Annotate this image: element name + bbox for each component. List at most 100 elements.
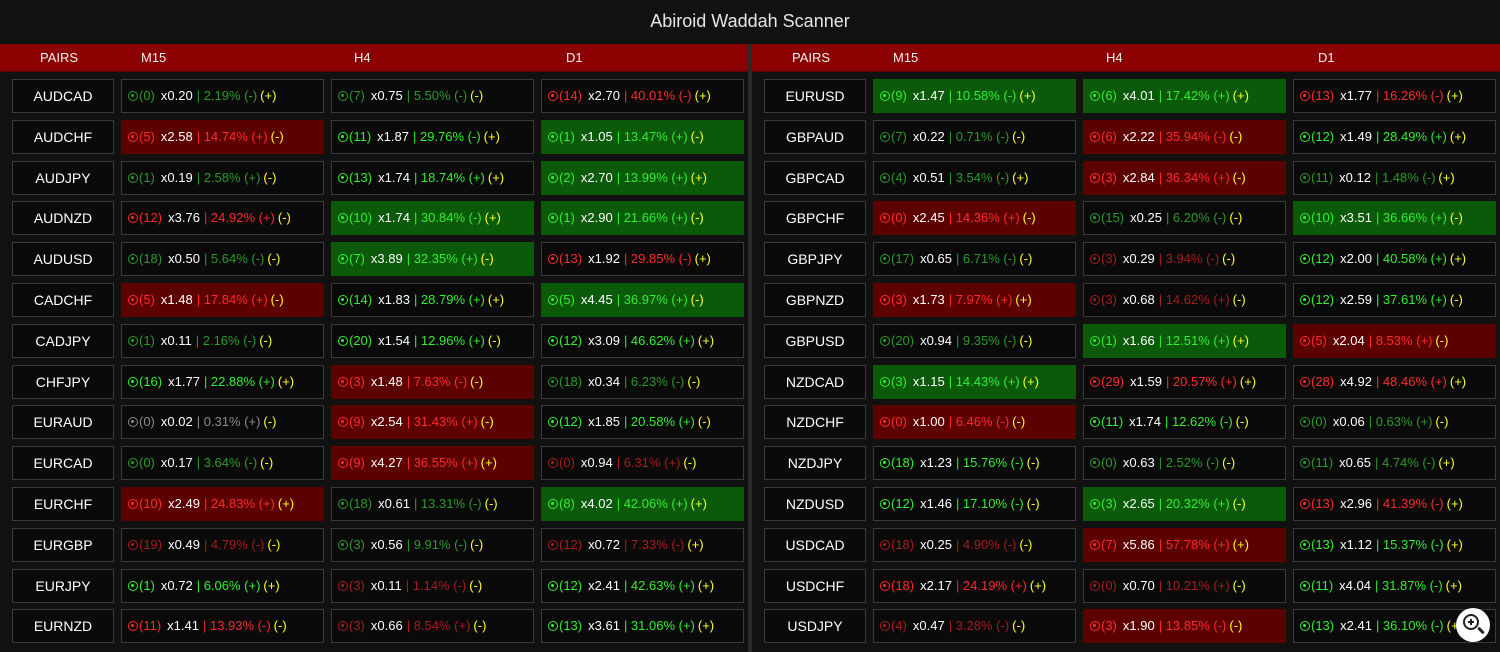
signal-cell-h4[interactable]: (3) x0.11 | 1.14% (-) (-) bbox=[331, 568, 534, 603]
signal-cell-d1[interactable]: (12) x2.00 | 40.58% (+) (+) bbox=[1293, 242, 1496, 277]
signal-cell-h4[interactable]: (0) x0.63 | 2.52% (-) (-) bbox=[1083, 446, 1286, 481]
signal-cell-h4[interactable]: (20) x1.54 | 12.96% (+) (-) bbox=[331, 323, 534, 358]
signal-cell-m15[interactable]: (4) x0.47 | 3.28% (-) (-) bbox=[873, 609, 1076, 644]
signal-cell-d1[interactable]: (13) x1.92 | 29.85% (-) (+) bbox=[541, 242, 744, 277]
pair-label[interactable]: EURAUD bbox=[12, 405, 114, 440]
signal-cell-m15[interactable]: (19) x0.49 | 4.79% (-) (-) bbox=[121, 527, 324, 562]
signal-cell-h4[interactable]: (7) x5.86 | 57.78% (+) (+) bbox=[1083, 527, 1286, 562]
pair-label[interactable]: NZDCAD bbox=[764, 364, 866, 399]
signal-cell-d1[interactable]: (12) x1.85 | 20.58% (+) (-) bbox=[541, 405, 744, 440]
signal-cell-d1[interactable]: (1) x2.90 | 21.66% (+) (-) bbox=[541, 201, 744, 236]
signal-cell-h4[interactable]: (11) x1.87 | 29.76% (-) (+) bbox=[331, 119, 534, 154]
signal-cell-d1[interactable]: (12) x2.59 | 37.61% (+) (-) bbox=[1293, 283, 1496, 317]
signal-cell-d1[interactable]: (5) x4.45 | 36.97% (+) (-) bbox=[541, 283, 744, 317]
pair-label[interactable]: GBPCHF bbox=[764, 201, 866, 236]
signal-cell-d1[interactable]: (11) x0.12 | 1.48% (-) (+) bbox=[1293, 160, 1496, 195]
signal-cell-d1[interactable]: (0) x0.94 | 6.31% (+) (-) bbox=[541, 446, 744, 481]
signal-cell-h4[interactable]: (3) x0.66 | 8.54% (+) (-) bbox=[331, 609, 534, 644]
signal-cell-h4[interactable]: (18) x0.61 | 13.31% (-) (-) bbox=[331, 487, 534, 521]
pair-label[interactable]: USDCAD bbox=[764, 527, 866, 562]
signal-cell-d1[interactable]: (12) x3.09 | 46.62% (+) (+) bbox=[541, 323, 744, 358]
signal-cell-m15[interactable]: (4) x0.51 | 3.54% (-) (+) bbox=[873, 160, 1076, 195]
signal-cell-d1[interactable]: (11) x0.65 | 4.74% (-) (+) bbox=[1293, 446, 1496, 481]
pair-label[interactable]: EURUSD bbox=[764, 79, 866, 113]
signal-cell-d1[interactable]: (13) x1.12 | 15.37% (-) (+) bbox=[1293, 527, 1496, 562]
signal-cell-d1[interactable]: (1) x1.05 | 13.47% (+) (-) bbox=[541, 119, 744, 154]
signal-cell-d1[interactable]: (10) x3.51 | 36.66% (+) (-) bbox=[1293, 201, 1496, 236]
pair-label[interactable]: GBPNZD bbox=[764, 283, 866, 317]
signal-cell-m15[interactable]: (1) x0.72 | 6.06% (+) (+) bbox=[121, 568, 324, 603]
signal-cell-h4[interactable]: (3) x1.90 | 13.85% (-) (-) bbox=[1083, 609, 1286, 644]
pair-label[interactable]: USDCHF bbox=[764, 568, 866, 603]
signal-cell-d1[interactable]: (12) x1.49 | 28.49% (+) (+) bbox=[1293, 119, 1496, 154]
signal-cell-h4[interactable]: (3) x0.56 | 9.91% (-) (-) bbox=[331, 527, 534, 562]
signal-cell-d1[interactable]: (13) x1.77 | 16.26% (-) (+) bbox=[1293, 79, 1496, 113]
signal-cell-m15[interactable]: (10) x2.49 | 24.83% (+) (+) bbox=[121, 487, 324, 521]
signal-cell-m15[interactable]: (1) x0.19 | 2.58% (+) (-) bbox=[121, 160, 324, 195]
pair-label[interactable]: EURCHF bbox=[12, 487, 114, 521]
pair-label[interactable]: EURNZD bbox=[12, 609, 114, 644]
signal-cell-h4[interactable]: (6) x4.01 | 17.42% (+) (+) bbox=[1083, 79, 1286, 113]
signal-cell-h4[interactable]: (15) x0.25 | 6.20% (-) (-) bbox=[1083, 201, 1286, 236]
signal-cell-h4[interactable]: (11) x1.74 | 12.62% (-) (-) bbox=[1083, 405, 1286, 440]
signal-cell-h4[interactable]: (3) x0.68 | 14.62% (+) (-) bbox=[1083, 283, 1286, 317]
pair-label[interactable]: NZDUSD bbox=[764, 487, 866, 521]
signal-cell-h4[interactable]: (3) x2.84 | 36.34% (+) (-) bbox=[1083, 160, 1286, 195]
signal-cell-h4[interactable]: (9) x4.27 | 36.55% (+) (+) bbox=[331, 446, 534, 481]
signal-cell-d1[interactable]: (11) x4.04 | 31.87% (-) (+) bbox=[1293, 568, 1496, 603]
signal-cell-h4[interactable]: (6) x2.22 | 35.94% (-) (-) bbox=[1083, 119, 1286, 154]
signal-cell-d1[interactable]: (13) x3.61 | 31.06% (+) (+) bbox=[541, 609, 744, 644]
signal-cell-m15[interactable]: (18) x0.50 | 5.64% (-) (-) bbox=[121, 242, 324, 277]
signal-cell-d1[interactable]: (8) x4.02 | 42.06% (+) (+) bbox=[541, 487, 744, 521]
pair-label[interactable]: AUDJPY bbox=[12, 160, 114, 195]
pair-label[interactable]: AUDCHF bbox=[12, 119, 114, 154]
signal-cell-m15[interactable]: (7) x0.22 | 0.71% (-) (-) bbox=[873, 119, 1076, 154]
signal-cell-m15[interactable]: (12) x3.76 | 24.92% (+) (-) bbox=[121, 201, 324, 236]
pair-label[interactable]: CADJPY bbox=[12, 323, 114, 358]
signal-cell-m15[interactable]: (5) x2.58 | 14.74% (+) (-) bbox=[121, 119, 324, 154]
pair-label[interactable]: CHFJPY bbox=[12, 364, 114, 399]
signal-cell-h4[interactable]: (9) x2.54 | 31.43% (+) (-) bbox=[331, 405, 534, 440]
signal-cell-m15[interactable]: (20) x0.94 | 9.35% (-) (-) bbox=[873, 323, 1076, 358]
signal-cell-h4[interactable]: (3) x2.65 | 20.32% (+) (-) bbox=[1083, 487, 1286, 521]
signal-cell-d1[interactable]: (0) x0.06 | 0.63% (+) (-) bbox=[1293, 405, 1496, 440]
pair-label[interactable]: EURGBP bbox=[12, 527, 114, 562]
signal-cell-m15[interactable]: (0) x0.02 | 0.31% (+) (-) bbox=[121, 405, 324, 440]
signal-cell-d1[interactable]: (5) x2.04 | 8.53% (+) (-) bbox=[1293, 323, 1496, 358]
signal-cell-h4[interactable]: (1) x1.66 | 12.51% (+) (+) bbox=[1083, 323, 1286, 358]
pair-label[interactable]: GBPJPY bbox=[764, 242, 866, 277]
signal-cell-m15[interactable]: (3) x1.15 | 14.43% (+) (+) bbox=[873, 364, 1076, 399]
signal-cell-h4[interactable]: (7) x3.89 | 32.35% (+) (-) bbox=[331, 242, 534, 277]
signal-cell-m15[interactable]: (18) x1.23 | 15.76% (-) (-) bbox=[873, 446, 1076, 481]
signal-cell-m15[interactable]: (11) x1.41 | 13.93% (-) (-) bbox=[121, 609, 324, 644]
pair-label[interactable]: NZDCHF bbox=[764, 405, 866, 440]
signal-cell-h4[interactable]: (13) x1.74 | 18.74% (+) (+) bbox=[331, 160, 534, 195]
signal-cell-d1[interactable]: (13) x2.96 | 41.39% (-) (+) bbox=[1293, 487, 1496, 521]
pair-label[interactable]: GBPUSD bbox=[764, 323, 866, 358]
zoom-in-icon[interactable] bbox=[1456, 608, 1490, 642]
signal-cell-m15[interactable]: (1) x0.11 | 2.16% (-) (-) bbox=[121, 323, 324, 358]
pair-label[interactable]: USDJPY bbox=[764, 609, 866, 644]
signal-cell-d1[interactable]: (18) x0.34 | 6.23% (-) (-) bbox=[541, 364, 744, 399]
signal-cell-m15[interactable]: (0) x2.45 | 14.36% (+) (-) bbox=[873, 201, 1076, 236]
pair-label[interactable]: GBPAUD bbox=[764, 119, 866, 154]
signal-cell-h4[interactable]: (3) x1.48 | 7.63% (-) (-) bbox=[331, 364, 534, 399]
signal-cell-h4[interactable]: (14) x1.83 | 28.79% (+) (+) bbox=[331, 283, 534, 317]
pair-label[interactable]: AUDNZD bbox=[12, 201, 114, 236]
signal-cell-m15[interactable]: (5) x1.48 | 17.84% (+) (-) bbox=[121, 283, 324, 317]
signal-cell-h4[interactable]: (29) x1.59 | 20.57% (+) (+) bbox=[1083, 364, 1286, 399]
pair-label[interactable]: AUDUSD bbox=[12, 242, 114, 277]
signal-cell-m15[interactable]: (12) x1.46 | 17.10% (-) (-) bbox=[873, 487, 1076, 521]
pair-label[interactable]: EURCAD bbox=[12, 446, 114, 481]
signal-cell-m15[interactable]: (18) x2.17 | 24.19% (+) (+) bbox=[873, 568, 1076, 603]
signal-cell-d1[interactable]: (12) x2.41 | 42.63% (+) (+) bbox=[541, 568, 744, 603]
pair-label[interactable]: EURJPY bbox=[12, 568, 114, 603]
signal-cell-m15[interactable]: (0) x1.00 | 6.46% (-) (-) bbox=[873, 405, 1076, 440]
signal-cell-m15[interactable]: (17) x0.65 | 6.71% (-) (-) bbox=[873, 242, 1076, 277]
signal-cell-m15[interactable]: (3) x1.73 | 7.97% (+) (+) bbox=[873, 283, 1076, 317]
signal-cell-m15[interactable]: (0) x0.17 | 3.64% (-) (-) bbox=[121, 446, 324, 481]
signal-cell-m15[interactable]: (18) x0.25 | 4.90% (-) (-) bbox=[873, 527, 1076, 562]
signal-cell-d1[interactable]: (28) x4.92 | 48.46% (+) (+) bbox=[1293, 364, 1496, 399]
signal-cell-d1[interactable]: (14) x2.70 | 40.01% (-) (+) bbox=[541, 79, 744, 113]
signal-cell-d1[interactable]: (2) x2.70 | 13.99% (+) (+) bbox=[541, 160, 744, 195]
